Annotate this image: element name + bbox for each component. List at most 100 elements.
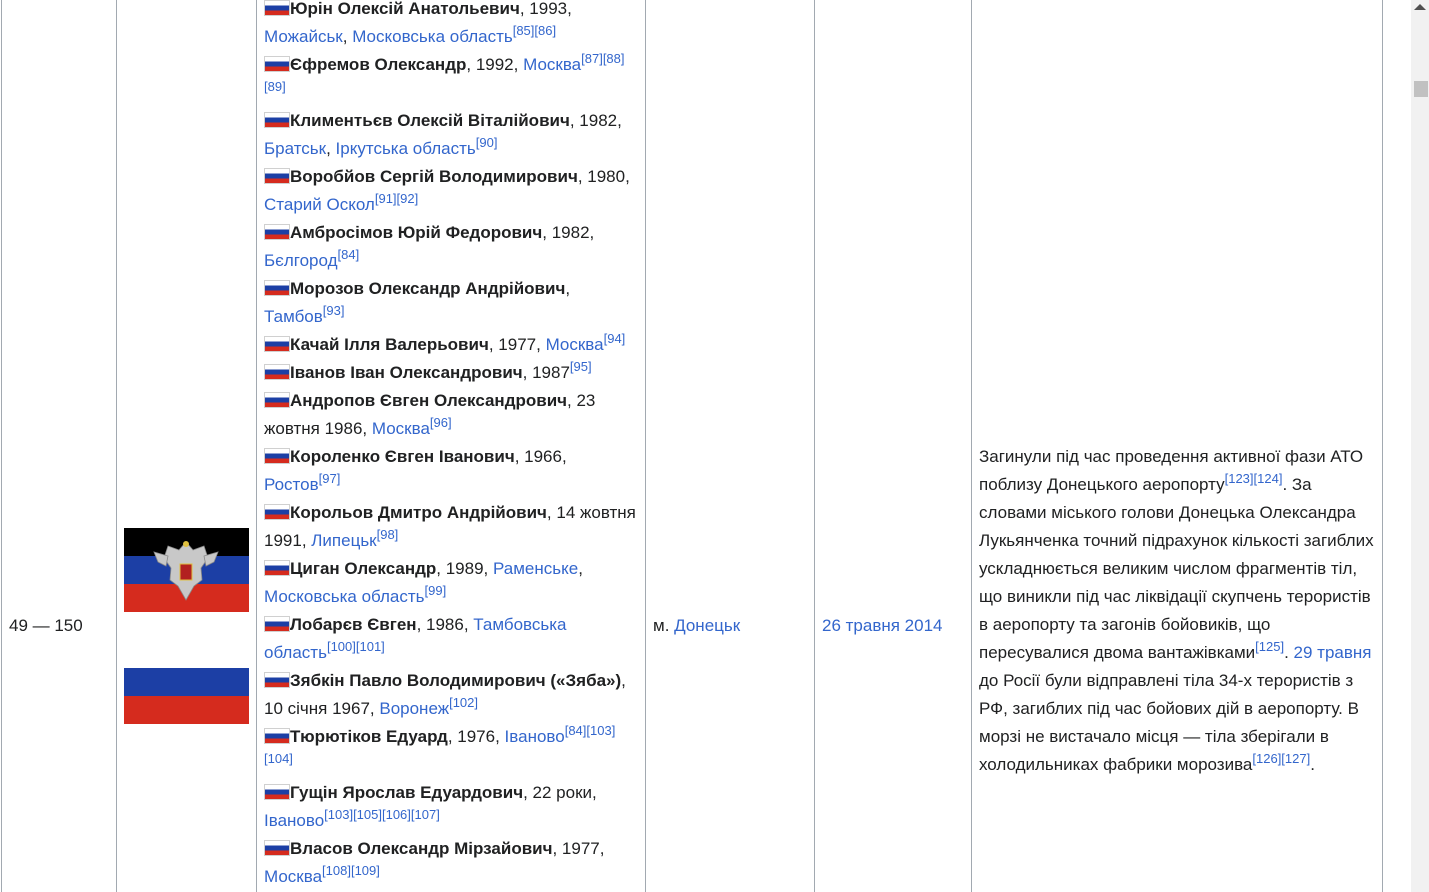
reference-link[interactable]: [108][109]	[322, 863, 380, 878]
russia-flag-icon[interactable]	[264, 504, 290, 520]
table-border	[1382, 0, 1383, 892]
city-link[interactable]: Донецьк	[674, 616, 740, 635]
place-link[interactable]: Іваново	[264, 811, 324, 830]
table-border	[116, 0, 117, 892]
list-item: Власов Олександр Мірзайович, 1977, Москв…	[264, 835, 642, 891]
russia-flag-icon[interactable]	[264, 224, 290, 240]
person-name: Морозов Олександр Андрійович	[290, 279, 566, 298]
reference-link[interactable]: [85][86]	[513, 23, 556, 38]
scrollbar-thumb[interactable]	[1414, 81, 1428, 97]
reference-link[interactable]: [90]	[476, 135, 498, 150]
list-item: Іванов Іван Олександрович, 1987[95]	[264, 359, 642, 387]
russia-flag-icon[interactable]	[264, 56, 290, 72]
list-item: Зябкін Павло Володимирович («Зяба»), 10 …	[264, 667, 642, 723]
russia-flag-icon[interactable]	[264, 672, 290, 688]
russia-flag-icon[interactable]	[264, 728, 290, 744]
reference-link[interactable]: [97]	[319, 471, 341, 486]
city-cell: м. Донецьк	[653, 615, 740, 637]
list-item: Єфремов Олександр, 1992, Москва[87][88][…	[264, 51, 642, 107]
reference-link[interactable]: [126][127]	[1252, 751, 1310, 766]
place-link[interactable]: Воронеж	[379, 699, 449, 718]
dnr-flag[interactable]	[124, 528, 249, 612]
casualties-table: 49 — 150 Юрін Олексій Анатольевич, 1993,…	[0, 0, 1383, 892]
russia-flag-icon[interactable]	[264, 616, 290, 632]
table-border	[814, 0, 815, 892]
reference-link[interactable]: [93]	[323, 303, 345, 318]
list-item: Воробйов Сергій Володимирович, 1980, Ста…	[264, 163, 642, 219]
russia-flag-icon[interactable]	[264, 840, 290, 856]
place-link[interactable]: Тамбов	[264, 307, 323, 326]
place-link[interactable]: Братськ	[264, 139, 326, 158]
place-link[interactable]: Іркутська область	[336, 139, 476, 158]
reference-link[interactable]: [94]	[604, 331, 626, 346]
date-link[interactable]: 26 травня 2014	[822, 616, 943, 635]
person-name: Гущін Ярослав Едуардович	[290, 783, 524, 802]
place-link[interactable]: Москва	[372, 419, 430, 438]
list-item: Юрін Олексій Анатольевич, 1993, Можайськ…	[264, 0, 642, 51]
place-link[interactable]: Можайськ	[264, 27, 343, 46]
reference-link[interactable]: [98]	[377, 527, 399, 542]
vertical-scrollbar[interactable]	[1411, 0, 1429, 892]
place-link[interactable]: Бєлгород	[264, 251, 338, 270]
reference-link[interactable]: [100][101]	[327, 639, 385, 654]
place-link[interactable]: Московська область	[264, 587, 425, 606]
place-link[interactable]: Москва	[546, 335, 604, 354]
list-item: Корольов Дмитро Андрійович, 14 жовтня 19…	[264, 499, 642, 555]
reference-link[interactable]: [84]	[338, 247, 360, 262]
reference-link[interactable]: [91][92]	[375, 191, 418, 206]
reference-link[interactable]: [96]	[430, 415, 452, 430]
place-link[interactable]: Москва	[523, 55, 581, 74]
persons-list: Юрін Олексій Анатольевич, 1993, Можайськ…	[264, 0, 642, 891]
person-name: Качай Ілля Валерьович	[290, 335, 489, 354]
reference-link[interactable]: [99]	[425, 583, 447, 598]
place-link[interactable]: Іваново	[505, 727, 565, 746]
russia-flag-icon[interactable]	[264, 448, 290, 464]
notes-text: .	[1284, 643, 1294, 662]
reference-link[interactable]: [125]	[1255, 639, 1284, 654]
russia-flag-icon[interactable]	[264, 784, 290, 800]
place-link[interactable]: Раменське	[493, 559, 578, 578]
date-link-29-may[interactable]: 29 травня	[1294, 643, 1372, 662]
notes-text: . За словами міського голови Донецька Ол…	[979, 475, 1374, 662]
reference-link[interactable]: [123][124]	[1225, 471, 1283, 486]
person-name: Короленко Євген Іванович	[290, 447, 515, 466]
list-item: Амбросімов Юрій Федорович, 1982, Бєлгоро…	[264, 219, 642, 275]
reference-link[interactable]: [95]	[570, 359, 592, 374]
list-item: Гущін Ярослав Едуардович, 22 роки, Івано…	[264, 779, 642, 835]
person-name: Власов Олександр Мірзайович	[290, 839, 553, 858]
russia-flag-icon[interactable]	[264, 392, 290, 408]
list-item: Андропов Євген Олександрович, 23 жовтня …	[264, 387, 642, 443]
list-item: Климентьєв Олексій Віталійович, 1982, Бр…	[264, 107, 642, 163]
person-name: Андропов Євген Олександрович	[290, 391, 568, 410]
person-name: Воробйов Сергій Володимирович	[290, 167, 578, 186]
list-item: Качай Ілля Валерьович, 1977, Москва[94]	[264, 331, 642, 359]
russia-flag-icon[interactable]	[264, 280, 290, 296]
russia-flag[interactable]	[124, 640, 249, 724]
russia-flag-icon[interactable]	[264, 336, 290, 352]
person-details: , 1977,	[488, 335, 546, 354]
place-link[interactable]: Липецьк	[311, 531, 376, 550]
person-name: Амбросімов Юрій Федорович	[290, 223, 543, 242]
person-name: Корольов Дмитро Андрійович	[290, 503, 547, 522]
russia-flag-icon[interactable]	[264, 0, 290, 16]
person-name: Єфремов Олександр	[290, 55, 467, 74]
person-details: , 1993,	[519, 0, 572, 18]
place-link[interactable]: Старий Оскол	[264, 195, 375, 214]
place-link[interactable]: Московська область	[352, 27, 513, 46]
person-name: Тюрютіков Едуард	[290, 727, 448, 746]
scroll-up-arrow-icon[interactable]	[1414, 4, 1426, 10]
russia-flag-icon[interactable]	[264, 112, 290, 128]
table-border	[256, 0, 257, 892]
place-link[interactable]: Ростов	[264, 475, 319, 494]
person-details: , 1986,	[416, 615, 474, 634]
russia-flag-icon[interactable]	[264, 168, 290, 184]
russia-flag-icon[interactable]	[264, 364, 290, 380]
reference-link[interactable]: [103][105][106][107]	[324, 807, 440, 822]
list-item: Морозов Олександр Андрійович, Тамбов[93]	[264, 275, 642, 331]
person-details: , 1987	[522, 363, 570, 382]
place-link[interactable]: Москва	[264, 867, 322, 886]
person-name: Юрін Олексій Анатольевич	[290, 0, 520, 18]
russia-flag-icon[interactable]	[264, 560, 290, 576]
city-prefix: м.	[653, 616, 675, 635]
reference-link[interactable]: [102]	[449, 695, 478, 710]
